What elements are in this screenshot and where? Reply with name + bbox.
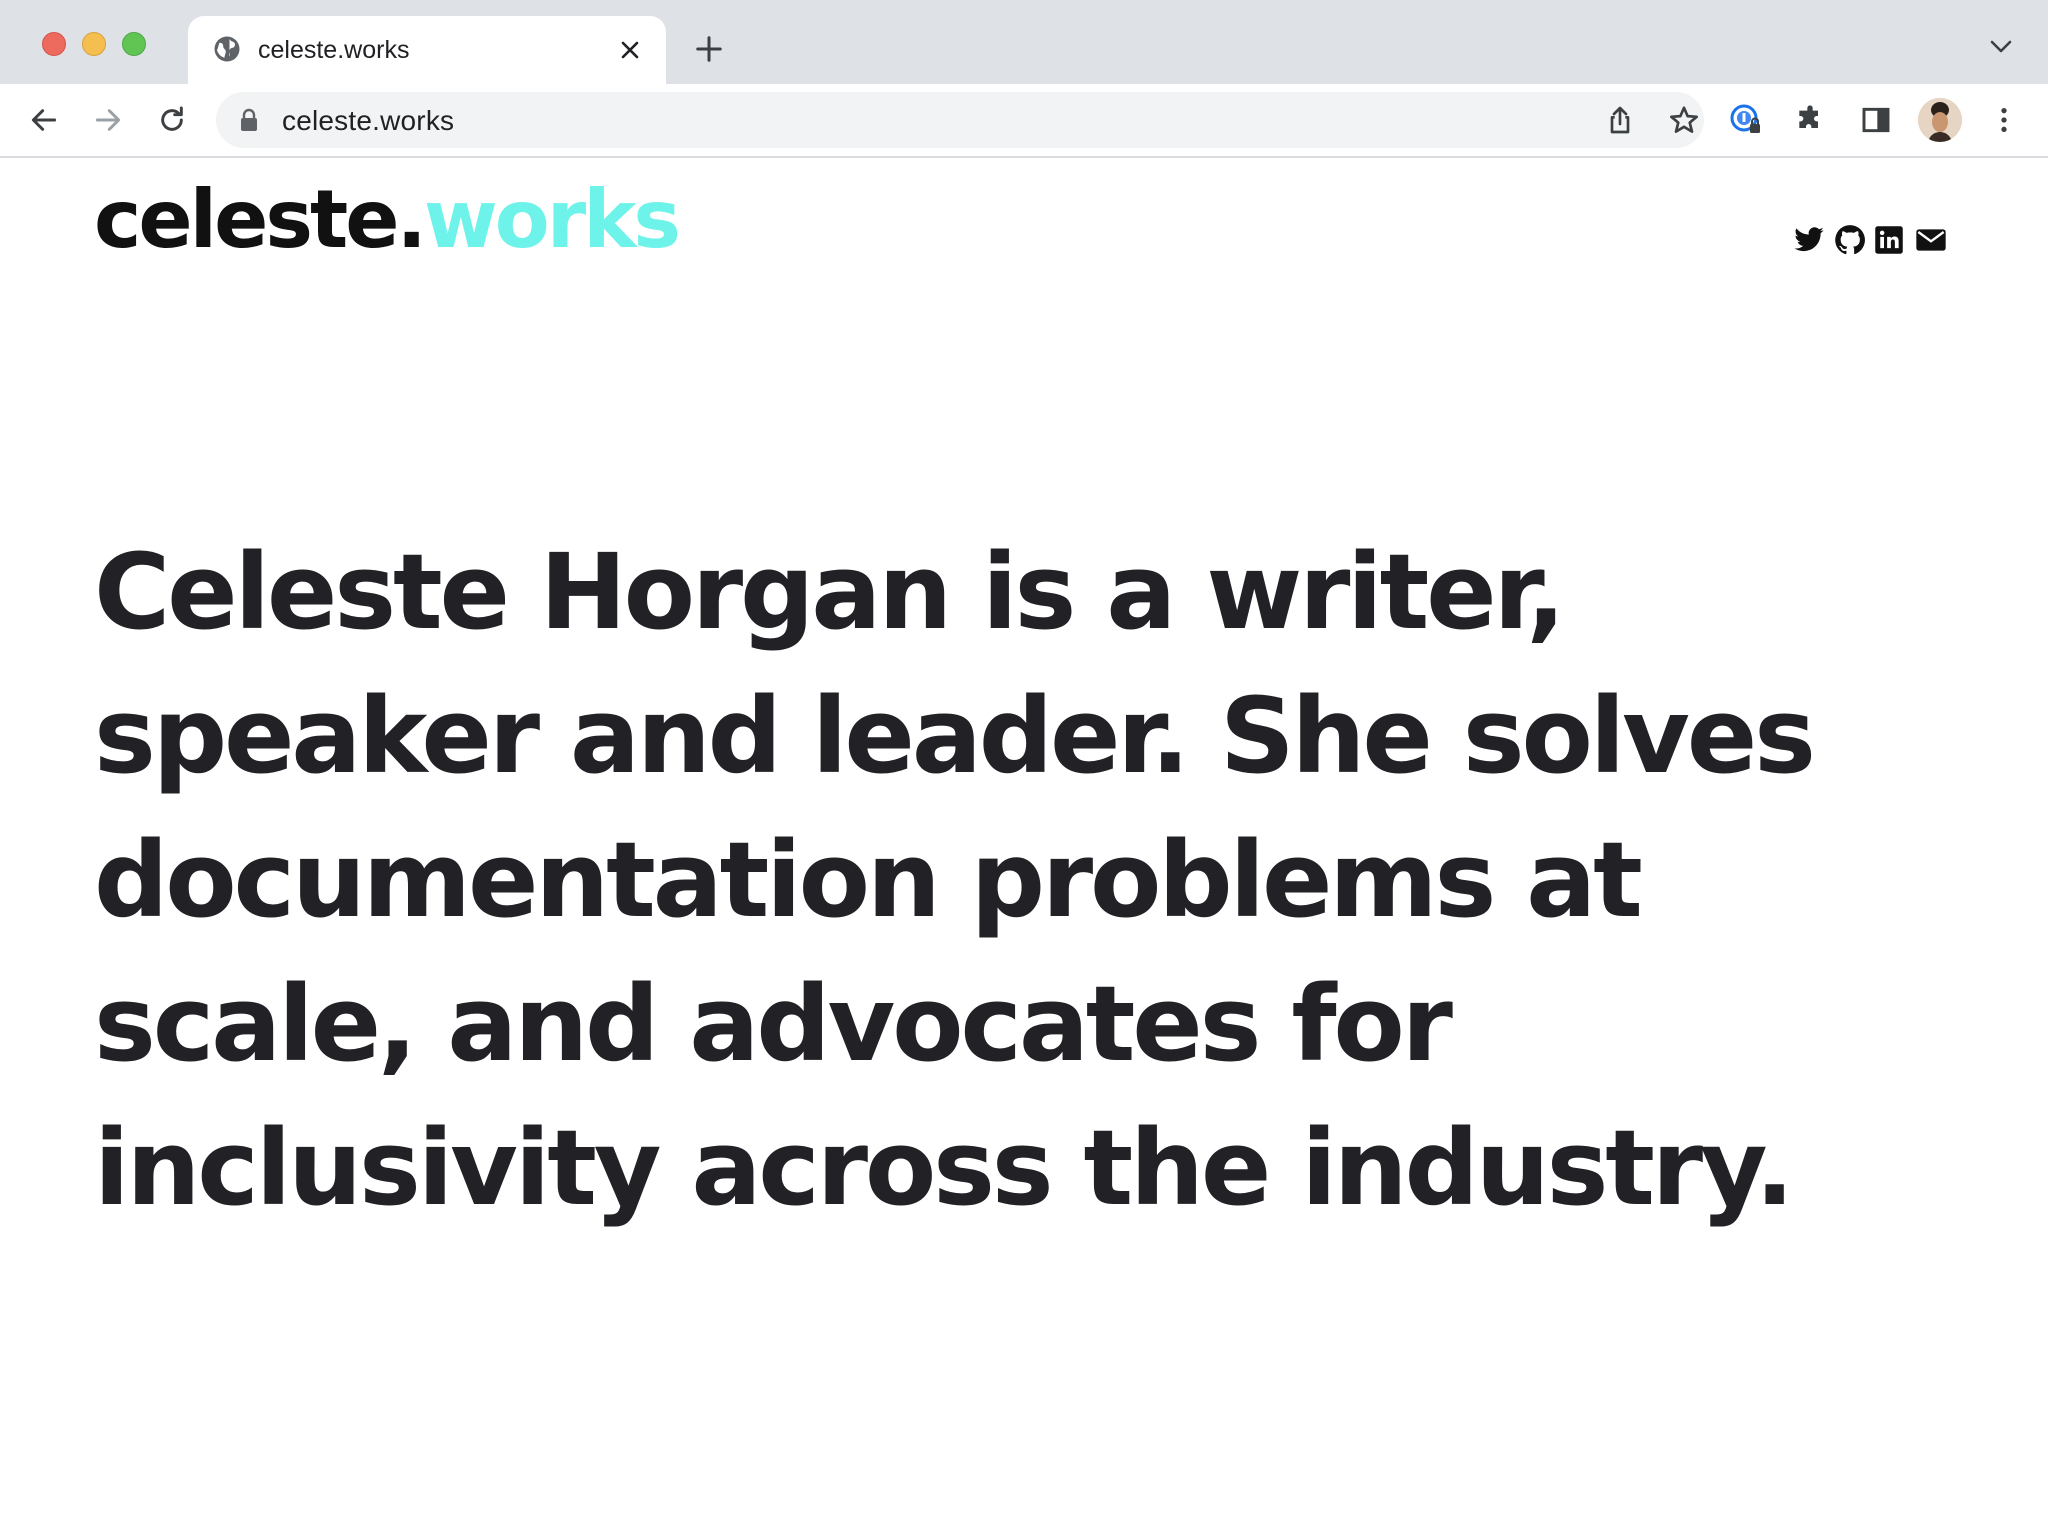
email-link[interactable] — [1914, 224, 1948, 256]
password-manager-extension-icon[interactable] — [1730, 104, 1762, 136]
email-icon — [1916, 229, 1946, 251]
forward-arrow-icon[interactable] — [92, 104, 124, 136]
browser-menu-kebab-icon[interactable] — [1988, 104, 2020, 136]
github-icon — [1835, 225, 1865, 255]
address-bar[interactable]: celeste.works — [216, 92, 1704, 148]
site-logo-name: celeste. — [94, 173, 427, 266]
window-close-button[interactable] — [42, 32, 66, 56]
site-logo[interactable]: celeste.works — [94, 180, 681, 260]
back-arrow-icon[interactable] — [28, 104, 60, 136]
linkedin-link[interactable] — [1874, 224, 1904, 256]
share-icon[interactable] — [1604, 104, 1636, 136]
tab-search-chevron-down-icon[interactable] — [1990, 40, 2012, 54]
window-maximize-button[interactable] — [122, 32, 146, 56]
twitter-icon — [1794, 227, 1824, 252]
browser-toolbar: celeste.works — [0, 84, 2048, 158]
github-link[interactable] — [1834, 224, 1866, 256]
hero-intro-text: Celeste Horgan is a writer, speaker and … — [94, 531, 1816, 1229]
profile-avatar[interactable] — [1918, 98, 1962, 142]
browser-tab-active[interactable]: celeste.works — [188, 16, 666, 84]
globe-icon — [214, 36, 240, 62]
site-logo-accent: works — [423, 173, 681, 266]
address-bar-url[interactable]: celeste.works — [282, 105, 454, 137]
twitter-link[interactable] — [1792, 224, 1826, 256]
window-minimize-button[interactable] — [82, 32, 106, 56]
browser-tab-strip: celeste.works — [0, 0, 2048, 84]
extensions-puzzle-icon[interactable] — [1794, 104, 1826, 136]
site-header: celeste.works — [0, 158, 2048, 298]
tab-title: celeste.works — [258, 36, 410, 64]
close-tab-icon[interactable] — [618, 38, 642, 62]
bookmark-star-icon[interactable] — [1668, 104, 1700, 136]
linkedin-icon — [1875, 226, 1903, 254]
lock-icon[interactable] — [240, 108, 258, 132]
side-panel-icon[interactable] — [1860, 104, 1892, 136]
profile-photo — [1918, 98, 1962, 142]
reload-icon[interactable] — [156, 104, 188, 136]
new-tab-plus-icon[interactable] — [694, 34, 724, 64]
